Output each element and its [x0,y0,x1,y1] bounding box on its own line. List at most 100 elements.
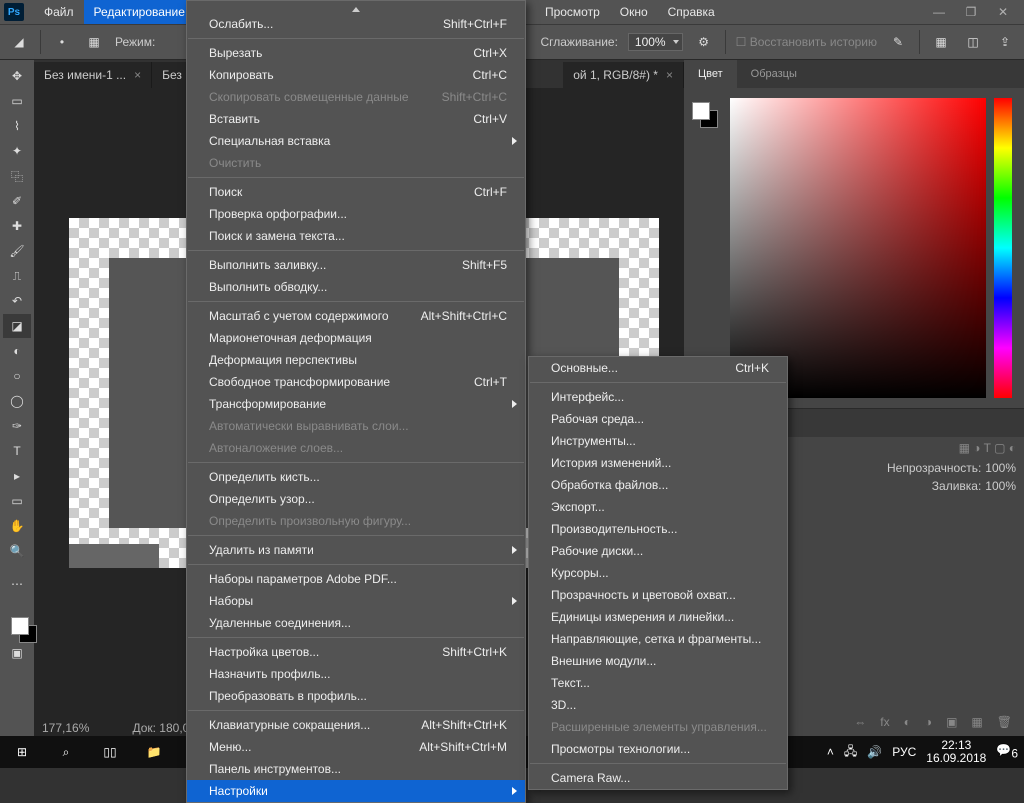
submenu-item[interactable]: Текст... [529,672,787,694]
adjustment-icon[interactable]: ◑ [925,715,932,729]
close-button[interactable]: ✕ [996,5,1010,19]
menu-item[interactable]: Меню...Alt+Shift+Ctrl+M [187,736,525,758]
menu-item[interactable]: Специальная вставка [187,130,525,152]
menu-scroll-up[interactable] [187,1,525,13]
brush-size-icon[interactable]: • [51,31,73,53]
eraser-tool[interactable]: ◪ [3,314,31,338]
search-icon[interactable]: ⌕ [44,736,88,768]
dodge-tool[interactable]: ◯ [3,389,31,413]
blur-tool[interactable]: ○ [3,364,31,388]
menu-item[interactable]: Удаленные соединения... [187,612,525,634]
menu-item[interactable]: Свободное трансформированиеCtrl+T [187,371,525,393]
share-icon[interactable]: ⇪ [994,31,1016,53]
gradient-tool[interactable]: ◐ [3,339,31,363]
crop-tool[interactable]: ⿻ [3,164,31,188]
document-tab[interactable]: ой 1, RGB/8#) *× [563,62,684,88]
link-icon[interactable]: ⇔ [854,715,866,729]
document-tab[interactable]: Без имени-1 ...× [34,62,152,88]
submenu-item[interactable]: Обработка файлов... [529,474,787,496]
stamp-tool[interactable]: ⎍ [3,264,31,288]
minimize-button[interactable]: — [932,5,946,19]
menu-item[interactable]: Выполнить обводку... [187,276,525,298]
menu-item[interactable]: ВырезатьCtrl+X [187,42,525,64]
smoothing-select[interactable]: 100% [628,33,683,51]
marquee-tool[interactable]: ▭ [3,89,31,113]
color-field[interactable] [730,98,986,398]
menu-item[interactable]: Марионеточная деформация [187,327,525,349]
mask-icon[interactable]: ◐ [904,715,911,729]
submenu-item[interactable]: 3D... [529,694,787,716]
clock[interactable]: 22:1316.09.2018 [926,739,986,765]
brush-panel-icon[interactable]: ▦ [83,31,105,53]
tab-swatches[interactable]: Образцы [737,60,811,88]
fill-select[interactable]: 100% [985,479,1016,493]
language-indicator[interactable]: РУС [892,745,916,759]
edit-toolbar[interactable]: ⋯ [3,572,31,596]
hand-tool[interactable]: ✋ [3,514,31,538]
menu-item[interactable]: Наборы параметров Adobe PDF... [187,568,525,590]
close-icon[interactable]: × [666,68,673,82]
quick-select-tool[interactable]: ✦ [3,139,31,163]
submenu-item[interactable]: Основные...Ctrl+K [529,357,787,379]
submenu-item[interactable]: Направляющие, сетка и фрагменты... [529,628,787,650]
menu-item[interactable]: Настройка цветов...Shift+Ctrl+K [187,641,525,663]
menu-item[interactable]: Выполнить заливку...Shift+F5 [187,254,525,276]
menu-item[interactable]: Поиск и замена текста... [187,225,525,247]
maximize-button[interactable]: ❐ [964,5,978,19]
type-tool[interactable]: T [3,439,31,463]
menu-item[interactable]: Настройки [187,780,525,802]
submenu-item[interactable]: Рабочие диски... [529,540,787,562]
menu-window[interactable]: Окно [610,0,658,24]
menu-item[interactable]: Определить узор... [187,488,525,510]
menu-item[interactable]: Деформация перспективы [187,349,525,371]
submenu-item[interactable]: Экспорт... [529,496,787,518]
menu-item[interactable]: Масштаб с учетом содержимогоAlt+Shift+Ct… [187,305,525,327]
start-button[interactable]: ⊞ [0,736,44,768]
lasso-tool[interactable]: ⌇ [3,114,31,138]
network-icon[interactable]: 🖧 [844,742,857,763]
tab-color[interactable]: Цвет [684,60,737,88]
delete-icon[interactable]: 🗑 [997,715,1012,729]
submenu-item[interactable]: Интерфейс... [529,386,787,408]
menu-item[interactable]: Проверка орфографии... [187,203,525,225]
task-view-icon[interactable]: ▯▯ [88,736,132,768]
menu-item[interactable]: Назначить профиль... [187,663,525,685]
submenu-item[interactable]: Camera Raw... [529,767,787,789]
color-swatches[interactable] [11,617,39,645]
submenu-item[interactable]: История изменений... [529,452,787,474]
menu-item[interactable]: Клавиатурные сокращения...Alt+Shift+Ctrl… [187,714,525,736]
opacity-select[interactable]: 100% [985,461,1016,475]
tool-preset-icon[interactable]: ◢ [8,31,30,53]
group-icon[interactable]: ▣ [946,715,957,729]
volume-icon[interactable]: 🔊 [867,745,882,759]
menu-item[interactable]: ВставитьCtrl+V [187,108,525,130]
pen-tool[interactable]: ✑ [3,414,31,438]
grid-icon[interactable]: ▦ [930,31,952,53]
layout-icon[interactable]: ◫ [962,31,984,53]
restore-history-checkbox[interactable]: ☐ Восстановить историю [736,35,877,49]
menu-item[interactable]: Панель инструментов... [187,758,525,780]
menu-file[interactable]: Файл [34,0,84,24]
app-icon[interactable]: 📁 [132,736,176,768]
zoom-level[interactable]: 177,16% [42,721,89,735]
eyedropper-tool[interactable]: ✐ [3,189,31,213]
menu-item[interactable]: Наборы [187,590,525,612]
menu-item[interactable]: Определить кисть... [187,466,525,488]
menu-item[interactable]: Преобразовать в профиль... [187,685,525,707]
zoom-tool[interactable]: 🔍 [3,539,31,563]
menu-item[interactable]: Ослабить...Shift+Ctrl+F [187,13,525,35]
close-icon[interactable]: × [134,68,141,82]
submenu-item[interactable]: Просмотры технологии... [529,738,787,760]
menu-item[interactable]: КопироватьCtrl+C [187,64,525,86]
new-layer-icon[interactable]: ▦ [971,715,982,729]
pressure-icon[interactable]: ✎ [887,31,909,53]
menu-edit[interactable]: Редактирование [84,0,195,24]
submenu-item[interactable]: Инструменты... [529,430,787,452]
menu-item[interactable]: Удалить из памяти [187,539,525,561]
menu-item[interactable]: Трансформирование [187,393,525,415]
hue-slider[interactable] [994,98,1012,398]
gear-icon[interactable]: ⚙ [693,31,715,53]
path-select-tool[interactable]: ▸ [3,464,31,488]
fx-icon[interactable]: fx [880,715,889,729]
submenu-item[interactable]: Курсоры... [529,562,787,584]
